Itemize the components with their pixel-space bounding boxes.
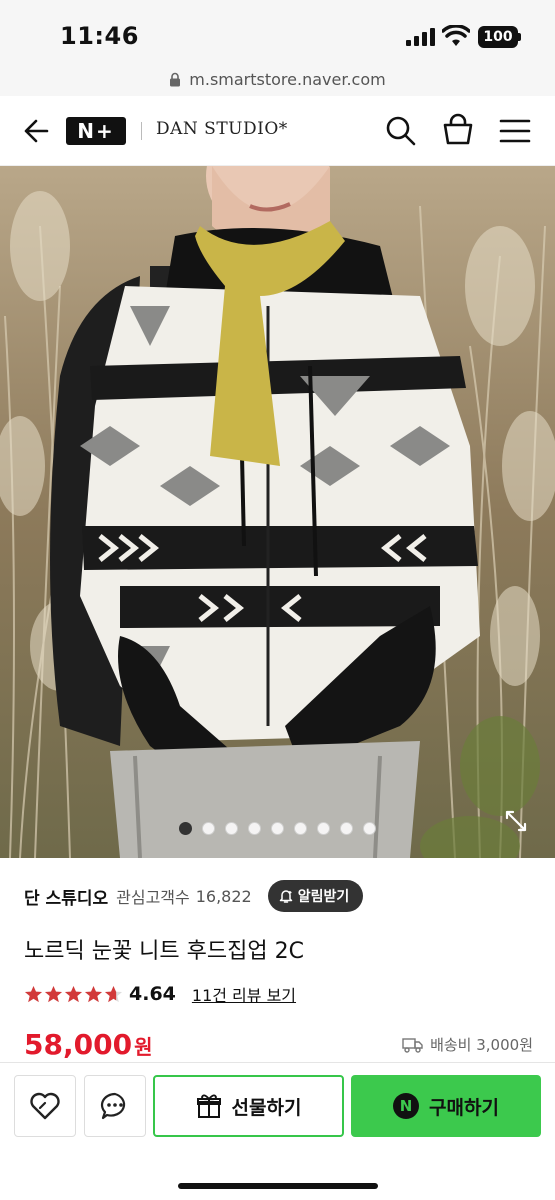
search-icon[interactable]: [384, 114, 418, 148]
buy-button[interactable]: N 구매하기: [351, 1075, 541, 1137]
bell-icon: [279, 890, 292, 903]
store-name[interactable]: 단 스튜디오: [24, 884, 108, 909]
gift-label: 선물하기: [231, 1096, 302, 1119]
top-navigation: N+ DAN STUDIO*: [0, 96, 555, 166]
status-time: 11:46: [60, 22, 139, 50]
pagination-dot[interactable]: [225, 822, 238, 835]
cellular-signal-icon: [406, 28, 435, 46]
expand-icon[interactable]: [503, 808, 529, 834]
pagination-dot[interactable]: [202, 822, 215, 835]
reviews-link[interactable]: 11건 리뷰 보기: [192, 982, 296, 1006]
pagination-dot[interactable]: [363, 822, 376, 835]
price-row: 58,000 원: [24, 1028, 152, 1064]
pagination-dot[interactable]: [179, 822, 192, 835]
product-title: 노르딕 눈꽃 니트 후드집업 2C: [24, 939, 304, 964]
naver-plus-logo[interactable]: N+: [66, 117, 126, 145]
lock-icon: [170, 72, 181, 86]
battery-tip: [518, 33, 521, 41]
shipping-text: 배송비 3,000원: [430, 1036, 533, 1054]
star-icon: [44, 985, 63, 1002]
nav-divider: [141, 122, 142, 140]
star-icon: [84, 985, 103, 1002]
pagination-dot[interactable]: [340, 822, 353, 835]
gift-icon: [196, 1094, 221, 1118]
wifi-icon: [442, 25, 470, 46]
url-bar[interactable]: m.smartstore.naver.com: [0, 62, 555, 96]
rating-stars: [24, 985, 123, 1004]
back-icon[interactable]: [18, 114, 52, 148]
pagination-dot[interactable]: [248, 822, 261, 835]
battery-indicator: 100: [478, 26, 518, 48]
star-icon: [24, 985, 43, 1002]
followers-label: 관심고객수: [116, 888, 190, 907]
menu-icon[interactable]: [498, 116, 532, 146]
pagination-dot[interactable]: [271, 822, 284, 835]
buy-label: 구매하기: [429, 1096, 499, 1119]
wishlist-button[interactable]: [14, 1075, 76, 1137]
star-icon: [64, 985, 83, 1002]
rating-value: 4.64: [129, 983, 176, 1005]
naver-pay-badge: N: [393, 1093, 420, 1119]
pagination-dot[interactable]: [294, 822, 307, 835]
talk-icon: [100, 1092, 126, 1120]
home-indicator: [178, 1183, 378, 1189]
price-unit: 원: [134, 1035, 153, 1059]
talk-button[interactable]: [84, 1075, 146, 1137]
image-pagination[interactable]: [0, 822, 555, 842]
rating-row: 4.64 11건 리뷰 보기: [24, 980, 296, 1008]
truck-icon: [402, 1037, 423, 1053]
shipping-info: 배송비 3,000원: [402, 1034, 533, 1055]
price: 58,000: [24, 1028, 133, 1061]
pagination-dot[interactable]: [317, 822, 330, 835]
star-icon: [104, 985, 123, 1002]
notify-button[interactable]: 알림받기: [267, 880, 364, 912]
heart-icon: [30, 1092, 60, 1120]
status-bar: 11:46 100: [0, 0, 555, 62]
notify-label: 알림받기: [297, 889, 350, 905]
bottom-action-bar: 선물하기 N 구매하기: [0, 1062, 555, 1200]
url-text: m.smartstore.naver.com: [189, 69, 386, 89]
gift-button[interactable]: 선물하기: [153, 1075, 344, 1137]
cart-icon[interactable]: [440, 112, 476, 148]
store-row: 단 스튜디오 관심고객수 16,822 알림받기: [24, 880, 534, 912]
product-image[interactable]: [0, 166, 555, 858]
followers-count: 16,822: [195, 886, 252, 906]
brand-name[interactable]: DAN STUDIO*: [156, 119, 288, 139]
